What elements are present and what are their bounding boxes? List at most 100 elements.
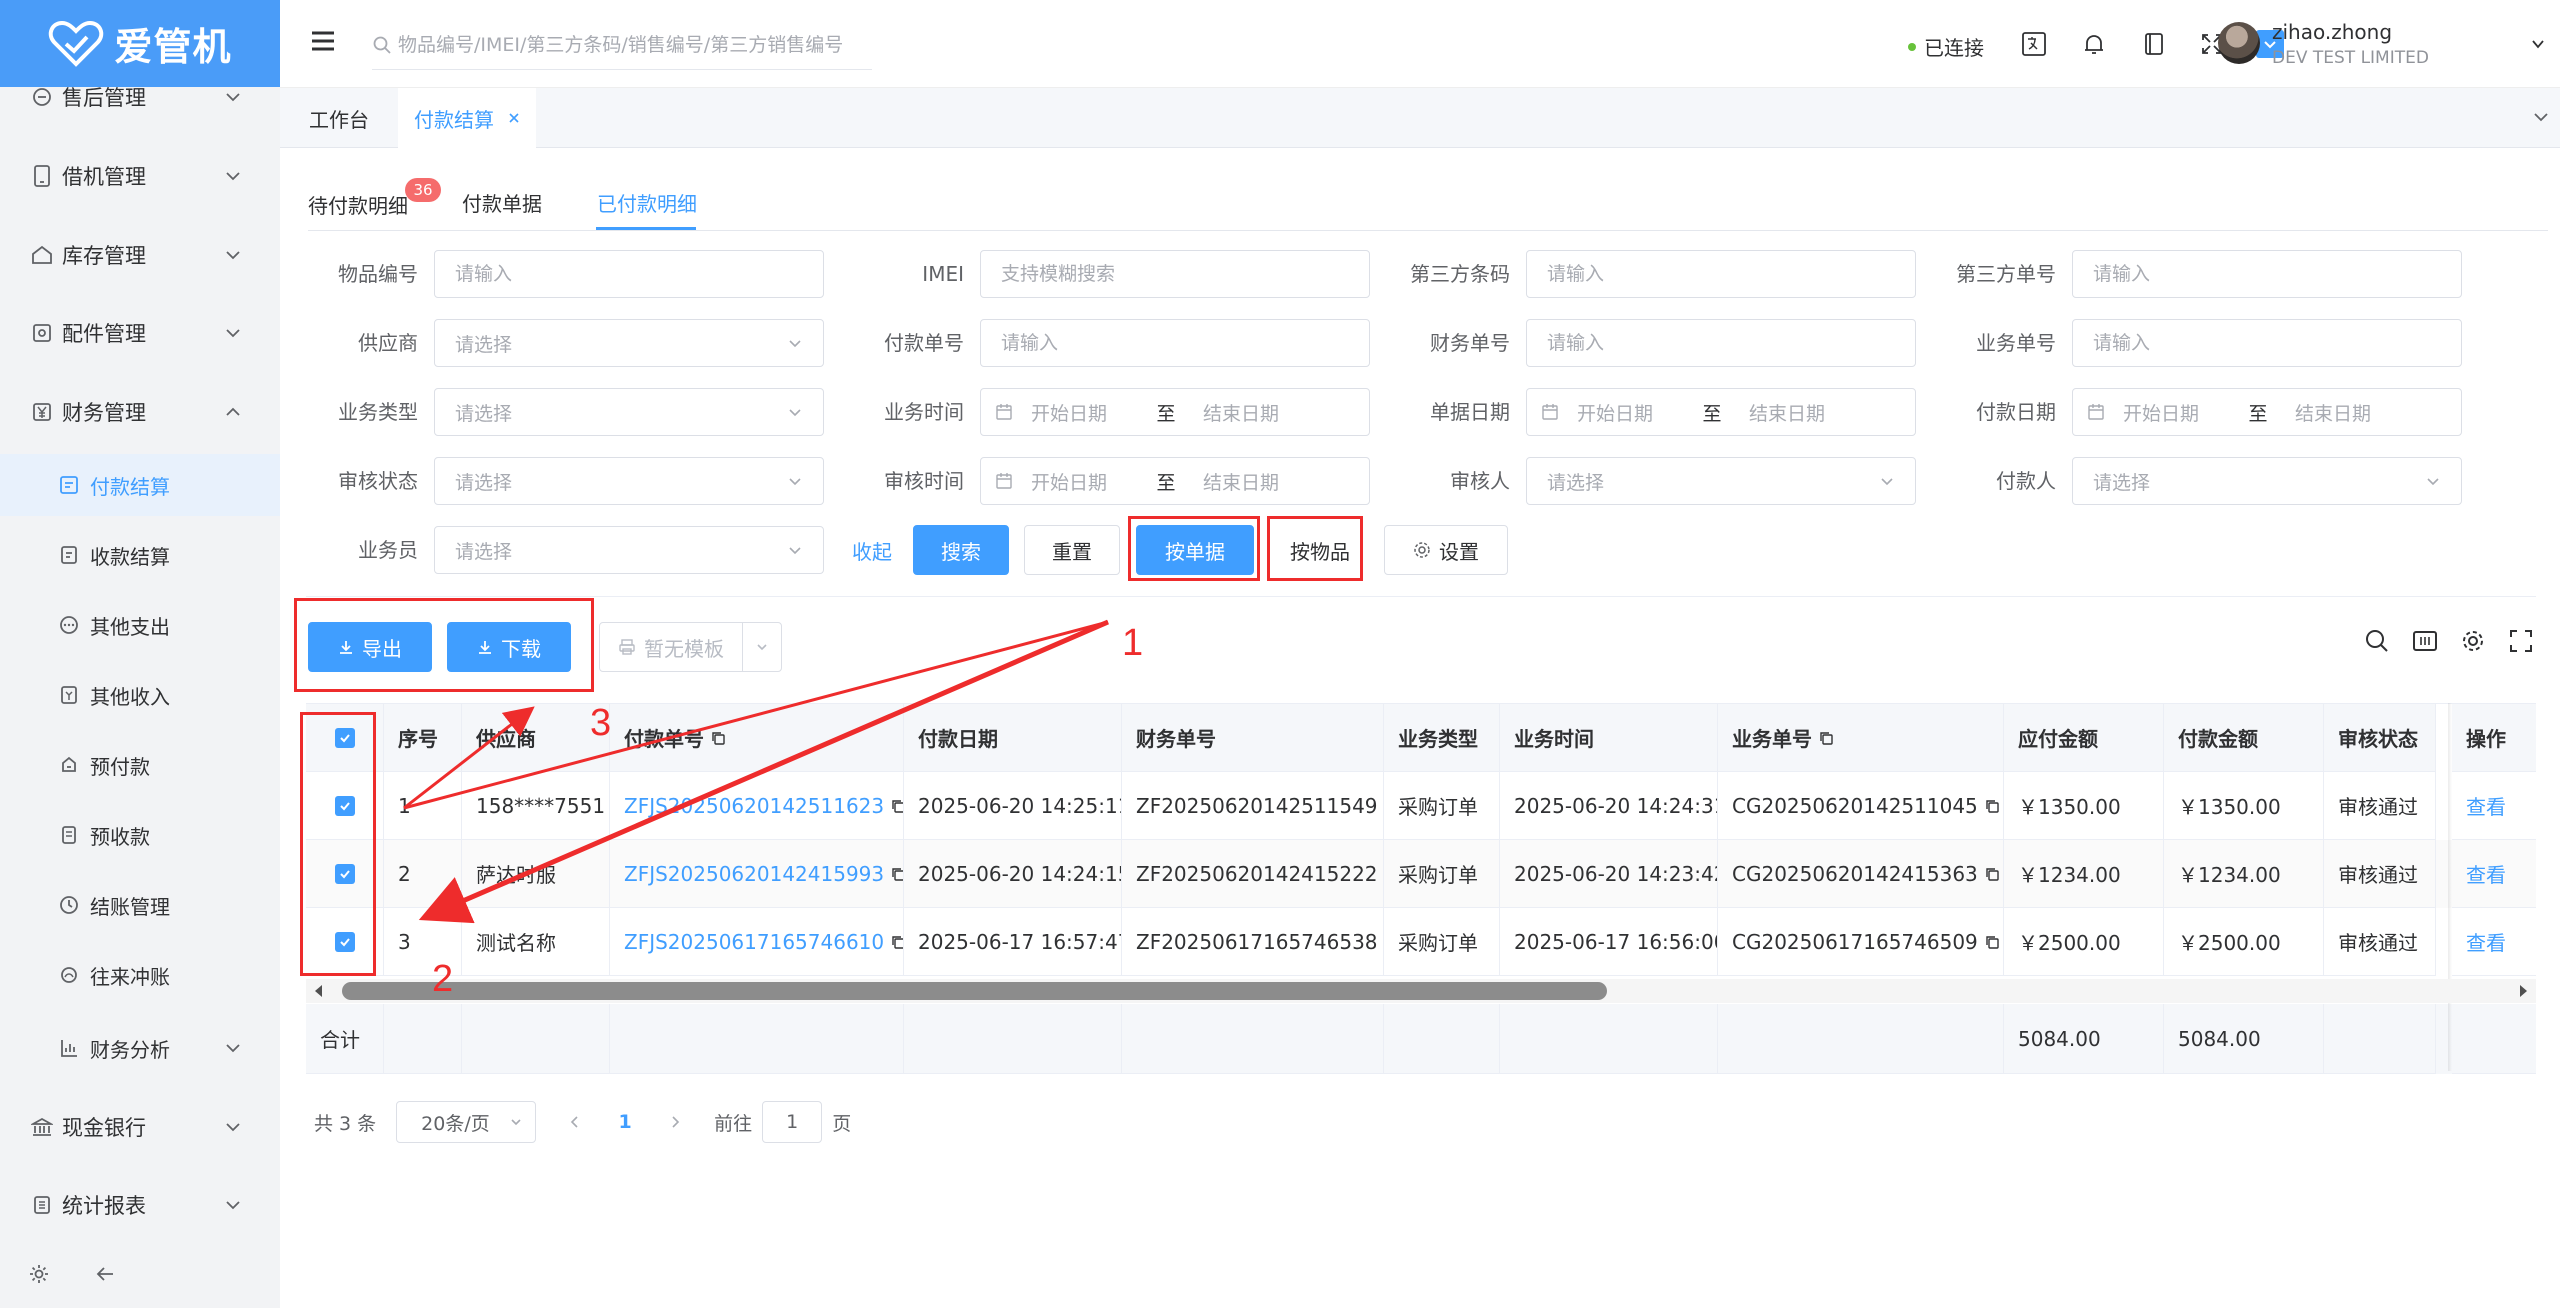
next-page-icon[interactable] (660, 1115, 690, 1129)
copy-icon[interactable] (890, 866, 903, 882)
view-link[interactable]: 查看 (2466, 859, 2506, 888)
prev-page-icon[interactable] (560, 1115, 590, 1129)
sidebar-item-inventory[interactable]: 库存管理 (0, 224, 280, 286)
supplier-select[interactable]: 请选择 (434, 319, 824, 367)
finance-no-input[interactable] (1547, 332, 1895, 354)
bell-icon[interactable] (2080, 30, 2108, 58)
copy-icon[interactable] (890, 934, 903, 950)
col-header-index[interactable]: 序号 (384, 704, 462, 772)
imei-field[interactable] (980, 250, 1370, 298)
col-header-paid[interactable]: 付款金额 (2164, 704, 2324, 772)
sidebar-item-cash-bank[interactable]: 现金银行 (0, 1096, 280, 1158)
item-no-input[interactable] (455, 263, 803, 285)
copy-icon[interactable] (1984, 934, 2000, 950)
global-search[interactable] (372, 20, 872, 70)
export-button[interactable]: 导出 (308, 622, 432, 672)
col-header-biz-type[interactable]: 业务类型 (1384, 704, 1500, 772)
sidebar-item-other-income[interactable]: 其他收入 (0, 664, 280, 726)
sidebar-item-parts[interactable]: 配件管理 (0, 302, 280, 364)
col-header-pay-no[interactable]: 付款单号 (610, 704, 904, 772)
pay-no-field[interactable] (980, 319, 1370, 367)
scrollbar-thumb[interactable] (342, 982, 1607, 1000)
third-no-input[interactable] (2093, 263, 2441, 285)
sidebar-item-closing[interactable]: 结账管理 (0, 874, 280, 936)
by-document-button[interactable]: 按单据 (1136, 525, 1254, 575)
range-start[interactable]: 开始日期 (2123, 399, 2233, 426)
pay-no-input[interactable] (1001, 332, 1349, 354)
sidebar-item-loan[interactable]: 借机管理 (0, 145, 280, 207)
collapse-arrow-left-icon[interactable] (94, 1263, 116, 1285)
search-icon[interactable] (2364, 628, 2390, 654)
copy-icon[interactable] (1818, 730, 1834, 746)
sidebar-item-reports[interactable]: 统计报表 (0, 1174, 280, 1236)
col-header-audit-status[interactable]: 审核状态 (2324, 704, 2436, 772)
sidebar-item-offset[interactable]: 往来冲账 (0, 944, 280, 1006)
row-checkbox[interactable] (334, 931, 355, 952)
third-barcode-field[interactable] (1526, 250, 1916, 298)
scroll-left-icon[interactable] (312, 983, 324, 999)
settings-button[interactable]: 设置 (1384, 525, 1508, 575)
app-logo[interactable]: 爱管机 (0, 0, 280, 87)
range-start[interactable]: 开始日期 (1577, 399, 1687, 426)
fullscreen-icon[interactable] (2508, 628, 2534, 654)
current-page[interactable]: 1 (590, 1111, 660, 1133)
col-header-supplier[interactable]: 供应商 (462, 704, 610, 772)
pay-no-link[interactable]: ZFJS20250620142415993 (624, 862, 884, 886)
col-header-biz-no[interactable]: 业务单号 (1718, 704, 2004, 772)
row-checkbox[interactable] (334, 795, 355, 816)
global-search-input[interactable] (398, 33, 858, 56)
sidebar-item-other-expense[interactable]: 其他支出 (0, 594, 280, 656)
tab-workbench[interactable]: 工作台 (280, 88, 398, 148)
biz-time-range[interactable]: 开始日期 至 结束日期 (980, 388, 1370, 436)
subtab-paid-details[interactable]: 已付款明细 (597, 188, 697, 217)
user-name[interactable]: zihao.zhong (2272, 20, 2392, 44)
salesman-select[interactable]: 请选择 (434, 526, 824, 574)
copy-icon[interactable] (1984, 798, 2000, 814)
third-barcode-input[interactable] (1547, 263, 1895, 285)
copy-icon[interactable] (710, 730, 726, 746)
range-end[interactable]: 结束日期 (1749, 399, 1825, 426)
language-icon[interactable] (2020, 30, 2048, 58)
subtab-pending-details[interactable]: 待付款明细 (308, 190, 408, 219)
audit-status-select[interactable]: 请选择 (434, 457, 824, 505)
reset-button[interactable]: 重置 (1024, 525, 1120, 575)
pay-no-link[interactable]: ZFJS20250617165746610 (624, 930, 884, 954)
sidebar-item-prepayment[interactable]: 预付款 (0, 734, 280, 796)
range-start[interactable]: 开始日期 (1031, 399, 1141, 426)
audit-time-range[interactable]: 开始日期 至 结束日期 (980, 457, 1370, 505)
col-header-finance-no[interactable]: 财务单号 (1122, 704, 1384, 772)
view-link[interactable]: 查看 (2466, 791, 2506, 820)
search-button[interactable]: 搜索 (913, 525, 1009, 575)
select-all-checkbox[interactable] (334, 727, 355, 748)
finance-no-field[interactable] (1526, 319, 1916, 367)
close-icon[interactable] (508, 112, 520, 124)
range-end[interactable]: 结束日期 (2295, 399, 2371, 426)
doc-date-range[interactable]: 开始日期 至 结束日期 (1526, 388, 1916, 436)
hamburger-menu-icon[interactable] (310, 30, 336, 52)
range-start[interactable]: 开始日期 (1031, 468, 1141, 495)
goto-page-input[interactable]: 1 (762, 1101, 823, 1143)
payer-select[interactable]: 请选择 (2072, 457, 2462, 505)
imei-input[interactable] (1001, 263, 1349, 285)
range-end[interactable]: 结束日期 (1203, 399, 1279, 426)
col-header-payable[interactable]: 应付金额 (2004, 704, 2164, 772)
auditor-select[interactable]: 请选择 (1526, 457, 1916, 505)
copy-icon[interactable] (1984, 866, 2000, 882)
item-no-field[interactable] (434, 250, 824, 298)
copy-icon[interactable] (890, 798, 903, 814)
view-link[interactable]: 查看 (2466, 927, 2506, 956)
sidebar-item-finance-analysis[interactable]: 财务分析 (0, 1017, 280, 1079)
biz-no-field[interactable] (2072, 319, 2462, 367)
settings-gear-icon[interactable] (2460, 628, 2486, 654)
by-item-button[interactable]: 按物品 (1272, 525, 1368, 575)
chevron-down-icon[interactable] (2530, 36, 2546, 52)
tab-payment-settlement[interactable]: 付款结算 (398, 88, 536, 148)
book-icon[interactable] (2140, 30, 2168, 58)
col-header-pay-date[interactable]: 付款日期 (904, 704, 1122, 772)
pay-date-range[interactable]: 开始日期 至 结束日期 (2072, 388, 2462, 436)
row-checkbox[interactable] (334, 863, 355, 884)
gear-icon[interactable] (28, 1263, 50, 1285)
download-button[interactable]: 下载 (447, 622, 571, 672)
density-icon[interactable] (2412, 628, 2438, 654)
sidebar-item-advance-receipt[interactable]: 预收款 (0, 804, 280, 866)
